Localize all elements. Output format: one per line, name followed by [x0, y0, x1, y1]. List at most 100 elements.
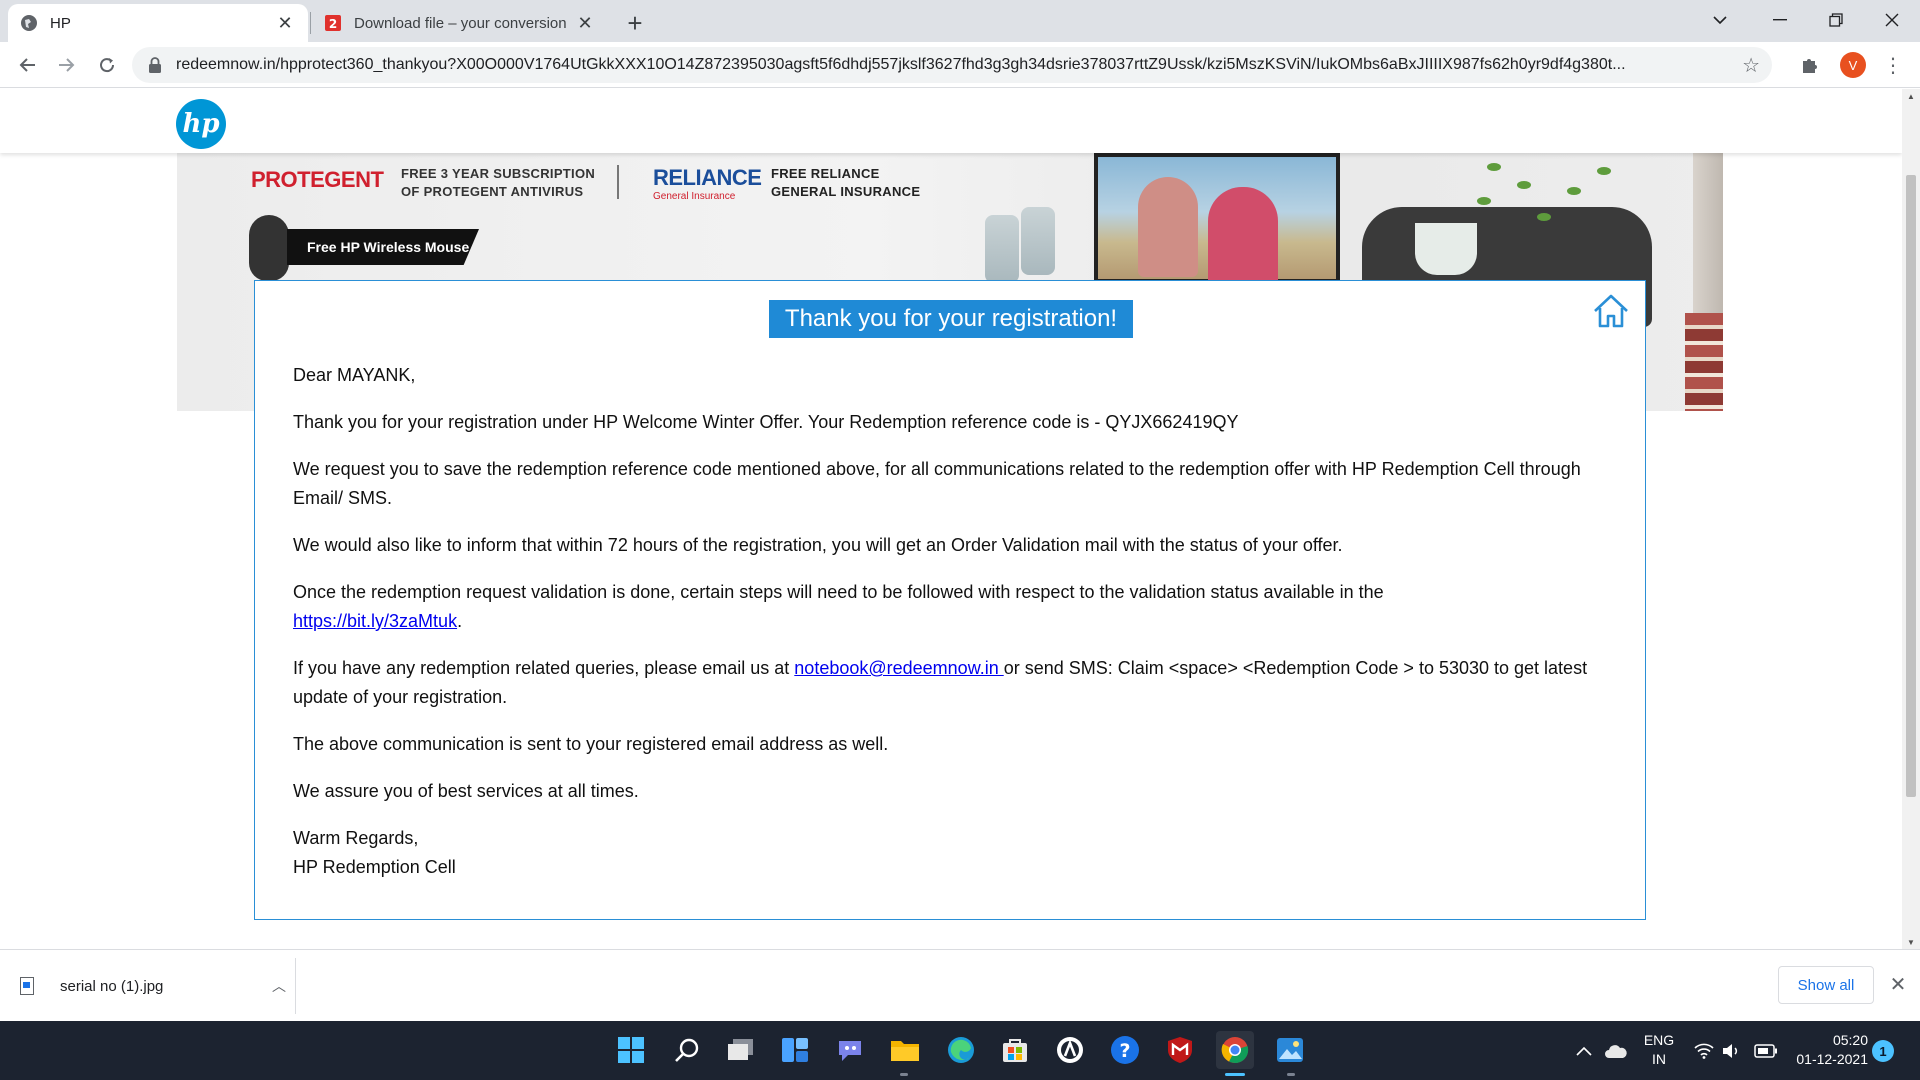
web-page: hp PROTEGENT FREE 3 YEAR SUBSCRIPTION OF…: [0, 89, 1902, 949]
site-header: hp: [0, 89, 1902, 153]
plant-leaf: [1597, 167, 1611, 175]
windows-taskbar: ? ENG IN 05:20 01-12-2021: [0, 1021, 1920, 1080]
close-download-bar-icon[interactable]: ✕: [1884, 970, 1912, 998]
image-file-icon: [20, 977, 34, 995]
protegent-offer: FREE 3 YEAR SUBSCRIPTION OF PROTEGENT AN…: [401, 165, 595, 201]
start-icon[interactable]: [612, 1031, 650, 1069]
search-icon[interactable]: [668, 1031, 706, 1069]
plant-leaf: [1477, 197, 1491, 205]
hp-logo[interactable]: hp: [176, 99, 226, 149]
tab-close-icon[interactable]: ✕: [574, 12, 596, 34]
tab-strip: HP ✕ 2 Download file – your conversion ✕…: [0, 0, 1920, 42]
reliance-logo: RELIANCE: [653, 165, 762, 190]
restore-icon[interactable]: [1808, 0, 1864, 40]
onedrive-icon[interactable]: [1604, 1021, 1628, 1080]
time: 05:20: [1832, 1032, 1868, 1048]
chat-icon[interactable]: [831, 1031, 869, 1069]
back-icon[interactable]: [12, 50, 42, 80]
tab-search-icon[interactable]: [1692, 0, 1748, 40]
running-indicator: [1287, 1073, 1295, 1076]
greeting: Dear MAYANK,: [293, 365, 416, 385]
browser-toolbar: redeemnow.in/hpprotect360_thankyou?X00O0…: [0, 42, 1920, 88]
minimize-icon[interactable]: [1752, 0, 1808, 40]
file-explorer-icon[interactable]: [886, 1031, 924, 1069]
task-view-icon[interactable]: [722, 1031, 760, 1069]
queries-paragraph: If you have any redemption related queri…: [293, 654, 1623, 712]
cup-image: [1415, 223, 1477, 275]
card-title: Thank you for your registration!: [769, 300, 1133, 338]
edge-icon[interactable]: [942, 1031, 980, 1069]
validation-paragraph: We would also like to inform that within…: [293, 535, 1343, 555]
pepper-shaker-image: [1021, 207, 1055, 275]
new-tab-icon[interactable]: +: [620, 8, 650, 38]
tab-download-file[interactable]: 2 Download file – your conversion ✕: [312, 4, 608, 42]
mouse-offer-tag: Free HP Wireless Mouse: [287, 229, 479, 265]
app-icon[interactable]: [1051, 1031, 1089, 1069]
home-icon[interactable]: [1591, 291, 1631, 331]
help-icon[interactable]: ?: [1106, 1031, 1144, 1069]
running-indicator: [900, 1073, 908, 1076]
svg-text:2: 2: [329, 17, 337, 31]
photos-icon[interactable]: [1271, 1031, 1309, 1069]
battery-icon[interactable]: [1754, 1021, 1778, 1080]
tab-close-icon[interactable]: ✕: [274, 12, 296, 34]
plant-leaf: [1567, 187, 1581, 195]
plant-leaf: [1517, 181, 1531, 189]
address-bar[interactable]: redeemnow.in/hpprotect360_thankyou?X00O0…: [132, 47, 1772, 83]
volume-icon[interactable]: [1722, 1021, 1742, 1080]
pdf-app-icon: 2: [324, 14, 342, 32]
notification-badge[interactable]: 1: [1872, 1040, 1894, 1062]
closing: Warm Regards,: [293, 828, 419, 848]
banner-divider: [617, 165, 619, 199]
extensions-puzzle-icon[interactable]: [1796, 51, 1824, 79]
card-body: Dear MAYANK, Thank you for your registra…: [293, 361, 1623, 882]
chrome-icon[interactable]: [1216, 1031, 1254, 1069]
tab-divider: [310, 12, 311, 34]
widgets-icon[interactable]: [776, 1031, 814, 1069]
email-copy-paragraph: The above communication is sent to your …: [293, 734, 889, 754]
url-text: redeemnow.in/hpprotect360_thankyou?X00O0…: [176, 56, 1626, 73]
forward-icon[interactable]: [52, 50, 82, 80]
scroll-down-icon[interactable]: ▼: [1906, 937, 1916, 947]
date: 01-12-2021: [1796, 1051, 1868, 1067]
show-hidden-icons[interactable]: [1576, 1021, 1592, 1080]
mcafee-icon[interactable]: [1161, 1031, 1199, 1069]
protegent-line-2: OF PROTEGENT ANTIVIRUS: [401, 184, 584, 199]
save-code-paragraph: We request you to save the redemption re…: [293, 459, 1581, 508]
download-item[interactable]: serial no (1).jpg ︿: [20, 964, 294, 1008]
lock-icon: [149, 57, 161, 73]
beach-photo-image: [1094, 153, 1340, 287]
books-image: [1685, 313, 1723, 411]
person-figure: [1208, 187, 1278, 287]
protegent-line-1: FREE 3 YEAR SUBSCRIPTION: [401, 166, 596, 181]
browser-menu-icon[interactable]: ⋮: [1880, 50, 1906, 80]
support-email-link[interactable]: notebook@redeemnow.in: [794, 658, 1003, 678]
reliance-offer: FREE RELIANCE GENERAL INSURANCE: [771, 165, 920, 201]
status-link[interactable]: https://bit.ly/3zaMtuk: [293, 611, 457, 631]
scroll-thumb[interactable]: [1906, 175, 1916, 797]
tab-hp[interactable]: HP ✕: [8, 4, 308, 42]
clock[interactable]: 05:20 01-12-2021: [1788, 1031, 1868, 1069]
scroll-up-icon[interactable]: ▲: [1906, 91, 1916, 101]
plant-leaf: [1537, 213, 1551, 221]
download-bar: serial no (1).jpg ︿ Show all ✕: [0, 949, 1920, 1021]
profile-avatar[interactable]: V: [1840, 52, 1866, 78]
close-window-icon[interactable]: [1864, 0, 1920, 40]
wifi-icon[interactable]: [1694, 1021, 1714, 1080]
active-indicator: [1225, 1073, 1245, 1076]
language-indicator[interactable]: ENG IN: [1640, 1031, 1678, 1069]
reload-icon[interactable]: [92, 50, 122, 80]
steps-paragraph: Once the redemption request validation i…: [293, 582, 1384, 631]
download-file-name: serial no (1).jpg: [60, 977, 164, 995]
region-code: IN: [1652, 1051, 1666, 1067]
bookmark-star-icon[interactable]: ☆: [1742, 53, 1760, 78]
chevron-up-icon[interactable]: ︿: [264, 976, 294, 996]
reference-code-paragraph: Thank you for your registration under HP…: [293, 412, 1239, 432]
svg-text:?: ?: [1119, 1040, 1130, 1062]
store-icon[interactable]: [996, 1031, 1034, 1069]
page-scrollbar[interactable]: ▲ ▼: [1902, 89, 1920, 949]
show-all-button[interactable]: Show all: [1778, 966, 1874, 1004]
salt-shaker-image: [985, 215, 1019, 283]
reliance-line-1: FREE RELIANCE: [771, 166, 880, 181]
tab-title: HP: [50, 14, 71, 32]
